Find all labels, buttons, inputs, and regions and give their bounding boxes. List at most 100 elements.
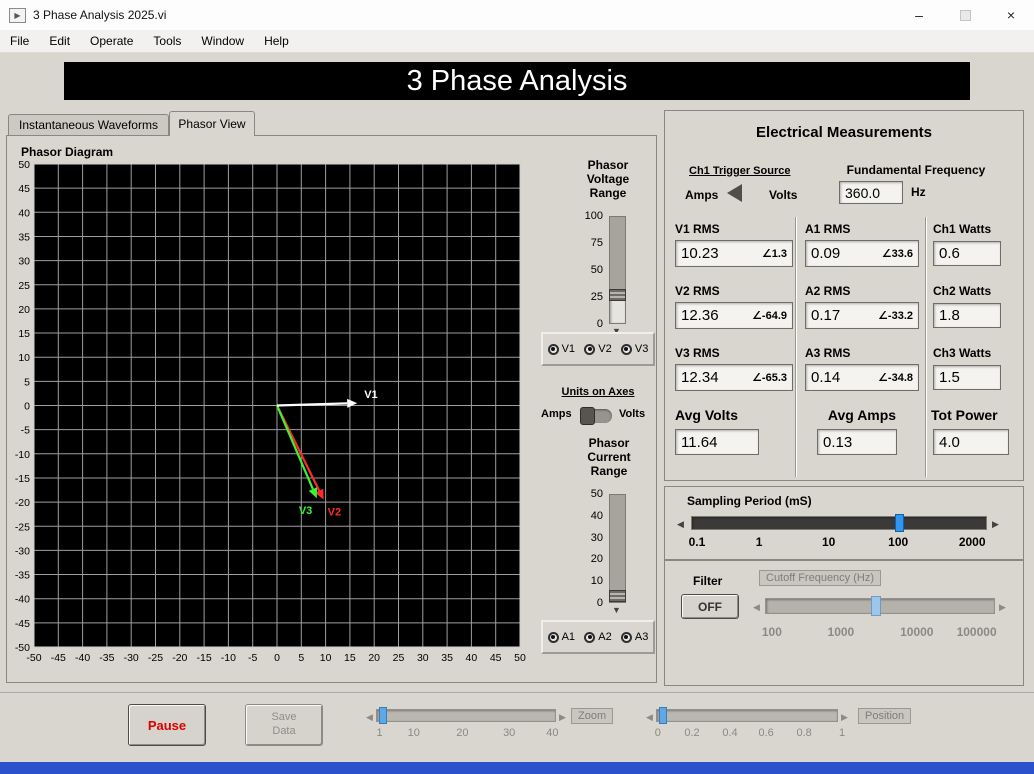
menu-file[interactable]: File xyxy=(0,34,39,48)
menu-window[interactable]: Window xyxy=(191,34,254,48)
svg-text:-50: -50 xyxy=(15,642,30,654)
sampling-period-panel: Sampling Period (mS) ◀ ▶ 0.1 1 10 100 20… xyxy=(664,486,1024,560)
units-amps-label: Amps xyxy=(541,408,572,420)
tick-label: 1 xyxy=(839,727,846,739)
a2-rms-value: 0.17 xyxy=(811,307,841,324)
svg-text:-45: -45 xyxy=(15,618,30,630)
radio-v2-label: V2 xyxy=(598,343,612,355)
window-title: 3 Phase Analysis 2025.vi xyxy=(33,8,167,22)
tick-label: 50 xyxy=(590,264,603,276)
menu-tools[interactable]: Tools xyxy=(143,34,191,48)
voltage-range-track[interactable] xyxy=(609,216,626,324)
position-handle[interactable] xyxy=(658,707,667,724)
slider-left-arrow-icon[interactable]: ◀ xyxy=(366,713,373,722)
radio-v3[interactable]: V3 xyxy=(620,343,649,355)
units-volts-label: Volts xyxy=(619,408,646,420)
position-slider[interactable] xyxy=(656,707,838,724)
tab-phasor-view[interactable]: Phasor View xyxy=(169,111,255,136)
avg-amps-label: Avg Amps xyxy=(827,407,897,423)
slider-left-arrow-icon[interactable]: ◀ xyxy=(677,520,684,529)
slider-left-arrow-icon[interactable]: ◀ xyxy=(646,713,653,722)
voltage-range-handle[interactable] xyxy=(609,289,626,301)
v3-rms-value: 12.34 xyxy=(681,369,719,386)
a3-rms-label: A3 RMS xyxy=(805,346,851,360)
menu-help[interactable]: Help xyxy=(254,34,299,48)
avg-amps-value: 0.13 xyxy=(823,433,853,451)
tick-label: 0 xyxy=(596,318,603,330)
radio-v1[interactable]: V1 xyxy=(547,343,575,355)
cutoff-frequency-label: Cutoff Frequency (Hz) xyxy=(759,570,882,586)
zoom-label: Zoom xyxy=(571,708,614,724)
tick-label: 50 xyxy=(590,488,603,500)
v3-rms-label: V3 RMS xyxy=(675,346,720,360)
tick-label: 1000 xyxy=(827,625,855,639)
v3-rms-display: 12.34 ∠-65.3 xyxy=(675,364,793,391)
menu-operate[interactable]: Operate xyxy=(80,34,143,48)
current-range-track[interactable] xyxy=(609,494,626,603)
fundamental-frequency-input[interactable]: 360.0 xyxy=(839,181,903,204)
sampling-period-label: Sampling Period (mS) xyxy=(687,494,812,508)
svg-text:35: 35 xyxy=(18,231,30,243)
tick-label: 1 xyxy=(755,535,763,549)
svg-text:0: 0 xyxy=(24,401,30,413)
phasor-voltage-range-slider[interactable]: 100 75 50 25 0 ▼ xyxy=(567,210,643,340)
svg-text:-40: -40 xyxy=(15,594,30,606)
maximize-button[interactable] xyxy=(942,0,988,30)
svg-text:10: 10 xyxy=(18,352,30,364)
cutoff-frequency-slider[interactable] xyxy=(765,596,995,616)
slider-right-arrow-icon[interactable]: ▶ xyxy=(999,603,1006,612)
svg-text:50: 50 xyxy=(514,652,526,664)
radio-icon xyxy=(620,343,632,355)
radio-v2[interactable]: V2 xyxy=(584,343,612,355)
tick-label: 0 xyxy=(596,597,603,609)
tick-label: 30 xyxy=(503,727,516,739)
avg-volts-value: 11.64 xyxy=(681,433,718,451)
panel-divider xyxy=(0,692,1034,694)
a2-rms-angle: ∠-33.2 xyxy=(878,309,913,322)
tick-label: 2000 xyxy=(958,535,986,549)
zoom-handle[interactable] xyxy=(378,707,387,724)
slider-right-arrow-icon[interactable]: ▶ xyxy=(841,713,848,722)
zoom-scale: 1 10 20 30 40 xyxy=(376,727,559,741)
radio-a1-label: A1 xyxy=(561,631,576,643)
sampling-period-handle[interactable] xyxy=(894,514,904,532)
filter-off-button[interactable]: OFF xyxy=(681,594,739,619)
radio-a2[interactable]: A2 xyxy=(584,631,612,643)
svg-text:-10: -10 xyxy=(15,449,30,461)
zoom-slider[interactable] xyxy=(376,707,556,724)
slider-left-arrow-icon[interactable]: ◀ xyxy=(753,603,760,612)
tot-power-value: 4.0 xyxy=(939,433,960,451)
close-button[interactable]: × xyxy=(988,0,1034,30)
minimize-button[interactable]: – xyxy=(896,0,942,30)
tick-label: 0.2 xyxy=(684,727,700,739)
tick-label: 40 xyxy=(546,727,559,739)
cutoff-frequency-handle[interactable] xyxy=(870,596,881,616)
ch1-watts-value: 0.6 xyxy=(939,245,960,262)
slider-right-arrow-icon[interactable]: ▶ xyxy=(992,520,999,529)
tick-label: 100 xyxy=(888,535,909,549)
position-label: Position xyxy=(858,708,912,724)
menu-edit[interactable]: Edit xyxy=(39,34,80,48)
current-range-handle[interactable] xyxy=(609,590,626,602)
pause-button[interactable]: Pause xyxy=(128,704,206,746)
radio-a1[interactable]: A1 xyxy=(547,631,576,643)
radio-a3[interactable]: A3 xyxy=(620,631,649,643)
save-data-button[interactable]: Save Data xyxy=(245,704,323,746)
tab-instantaneous-waveforms[interactable]: Instantaneous Waveforms xyxy=(8,114,169,135)
trigger-switch[interactable] xyxy=(727,184,742,202)
filter-label: Filter xyxy=(693,574,723,588)
sampling-period-slider[interactable] xyxy=(691,514,987,532)
a3-rms-value: 0.14 xyxy=(811,369,841,386)
svg-text:40: 40 xyxy=(18,207,30,219)
radio-a3-label: A3 xyxy=(634,631,649,643)
v2-rms-value: 12.36 xyxy=(681,307,719,324)
a1-rms-display: 0.09 ∠33.6 xyxy=(805,240,919,267)
svg-text:-30: -30 xyxy=(15,545,30,557)
radio-v3-label: V3 xyxy=(634,343,649,355)
units-toggle-switch[interactable] xyxy=(580,407,612,425)
phasor-current-range-slider[interactable]: 50 40 30 20 10 0 ▼ xyxy=(567,488,643,628)
slider-right-arrow-icon[interactable]: ▶ xyxy=(559,713,566,722)
tick-label: 75 xyxy=(590,237,603,249)
ch3-watts-value: 1.5 xyxy=(939,369,960,386)
tot-power-label: Tot Power xyxy=(931,407,998,423)
